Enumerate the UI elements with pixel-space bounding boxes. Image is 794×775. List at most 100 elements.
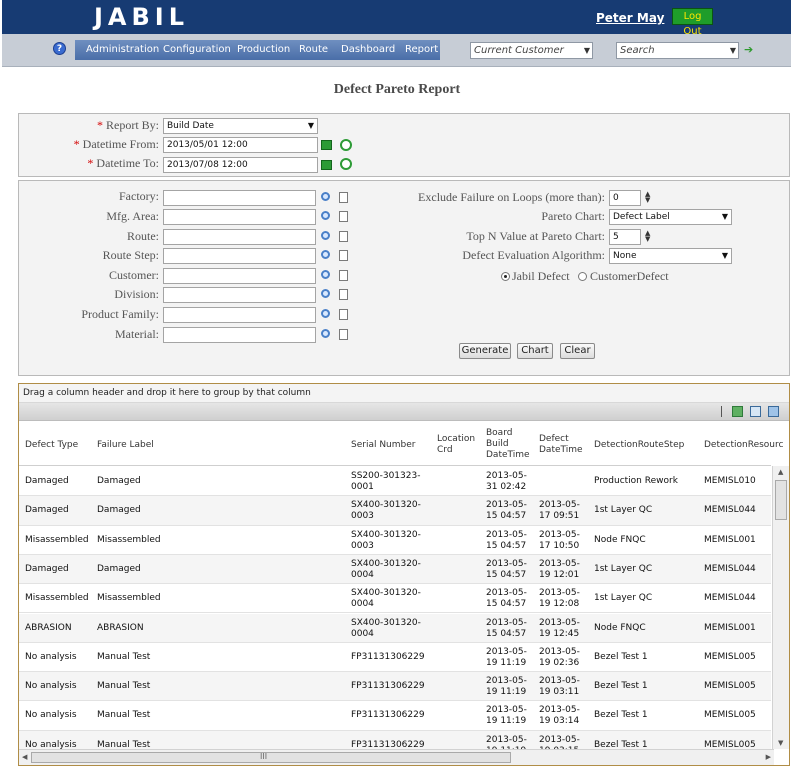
export-csv-icon[interactable] — [750, 406, 761, 417]
go-arrow-icon[interactable]: ➔ — [744, 43, 753, 56]
cell-build-line: 2013-05- — [486, 617, 527, 628]
search-icon[interactable] — [321, 329, 330, 338]
nav-configuration[interactable]: Configuration — [163, 44, 231, 55]
search-icon[interactable] — [321, 289, 330, 298]
customer-select[interactable]: Current Customer ▼ — [470, 42, 593, 59]
vertical-scroll-thumb[interactable] — [775, 480, 787, 520]
col-failure-label[interactable]: Failure Label — [97, 440, 154, 451]
cell-defect-line: 2013-05- — [539, 500, 580, 511]
search-icon[interactable] — [321, 231, 330, 240]
factory-input[interactable] — [163, 190, 316, 206]
user-name-link[interactable]: Peter May — [596, 11, 664, 25]
material-input[interactable] — [163, 327, 316, 343]
nav-route[interactable]: Route — [299, 44, 328, 55]
document-icon[interactable] — [339, 289, 348, 300]
algorithm-select[interactable]: None ▼ — [609, 248, 732, 264]
nav-production[interactable]: Production — [237, 44, 290, 55]
scroll-up-icon[interactable]: ▲ — [778, 468, 783, 476]
cell-defect-line: 2013-05- — [539, 558, 580, 569]
col-location-crd[interactable]: Location Crd — [437, 434, 475, 456]
document-icon[interactable] — [339, 270, 348, 281]
table-row[interactable]: Misassembled Misassembled SX400-301320- 000… — [19, 584, 771, 614]
col-serial-number[interactable]: Serial Number — [351, 440, 415, 451]
search-icon[interactable] — [321, 250, 330, 259]
customer-select-text: Current Customer — [474, 45, 564, 56]
product-family-input[interactable] — [163, 307, 316, 323]
calendar-icon[interactable] — [321, 140, 332, 150]
scroll-right-icon[interactable]: ▶ — [766, 753, 771, 761]
clock-icon[interactable] — [340, 158, 352, 170]
logout-button[interactable]: Log Out — [672, 8, 713, 37]
nav-report[interactable]: Report — [405, 44, 438, 55]
group-by-hint[interactable]: Drag a column header and drop it here to… — [19, 384, 789, 403]
search-icon[interactable] — [321, 211, 330, 220]
search-icon[interactable] — [321, 270, 330, 279]
export-pdf-icon[interactable] — [768, 406, 779, 417]
clear-button[interactable]: Clear — [560, 343, 595, 359]
col-defect-datetime[interactable]: Defect DateTime — [539, 434, 583, 456]
col-detection-resource[interactable]: DetectionResourc — [704, 440, 783, 451]
document-icon[interactable] — [339, 250, 348, 261]
table-row[interactable]: ABRASION ABRASION SX400-301320- 0004 2013-05… — [19, 613, 771, 643]
cell-type: Damaged — [25, 505, 69, 516]
horizontal-scrollbar[interactable]: ◀ III ▶ — [19, 749, 774, 765]
top-n-input[interactable]: 5 — [609, 229, 641, 245]
vertical-scrollbar[interactable]: ▲ ▼ — [772, 466, 789, 749]
document-icon[interactable] — [339, 192, 348, 203]
route-step-input[interactable] — [163, 248, 316, 264]
report-by-select[interactable]: Build Date ▼ — [163, 118, 318, 134]
col-defect-type[interactable]: Defect Type — [25, 440, 78, 451]
radio-customer-defect[interactable] — [578, 272, 587, 281]
table-row[interactable]: No analysis Manual Test FP31131306229 2013-… — [19, 701, 771, 731]
table-row[interactable]: Damaged Damaged SX400-301320- 0003 2013-05- 1… — [19, 496, 771, 526]
col-board-build-datetime[interactable]: Board Build DateTime — [486, 428, 530, 461]
table-row[interactable]: Damaged Damaged SX400-301320- 0004 2013-05- 1… — [19, 554, 771, 585]
export-excel-icon[interactable] — [732, 406, 743, 417]
toolbar-separator — [721, 406, 722, 417]
scroll-down-icon[interactable]: ▼ — [778, 739, 783, 747]
document-icon[interactable] — [339, 211, 348, 222]
chart-button[interactable]: Chart — [517, 343, 553, 359]
horizontal-scroll-thumb[interactable]: III — [31, 752, 511, 763]
table-row[interactable]: Damaged Damaged SS200-301323- 0001 2013-05- 3… — [19, 467, 771, 497]
col-detection-route-step[interactable]: DetectionRouteStep — [594, 440, 684, 451]
nav-dashboard[interactable]: Dashboard — [341, 44, 395, 55]
customer-input[interactable] — [163, 268, 316, 284]
col-defect-datetime-line1: Defect — [539, 434, 569, 444]
generate-button[interactable]: Generate — [459, 343, 511, 359]
cell-label: ABRASION — [97, 622, 144, 633]
cell-label: Damaged — [97, 476, 141, 486]
route-input[interactable] — [163, 229, 316, 245]
cell-res: MEMISL005 — [704, 710, 756, 721]
exclude-loops-input[interactable]: 0 — [609, 190, 641, 206]
help-icon[interactable]: ? — [53, 42, 66, 55]
calendar-icon[interactable] — [321, 160, 332, 170]
table-row[interactable]: No analysis Manual Test FP31131306229 2013-… — [19, 643, 771, 673]
document-icon[interactable] — [339, 309, 348, 320]
cell-serial-line: 0003 — [351, 511, 374, 522]
material-label: Material: — [115, 327, 159, 341]
clock-icon[interactable] — [340, 139, 352, 151]
datetime-to-input[interactable]: 2013/07/08 12:00 — [163, 157, 318, 173]
radio-jabil-defect[interactable] — [501, 272, 510, 281]
search-icon[interactable] — [321, 309, 330, 318]
customer-label: Customer: — [109, 268, 159, 282]
mfg-area-input[interactable] — [163, 209, 316, 225]
document-icon[interactable] — [339, 329, 348, 340]
table-row[interactable]: No analysis Manual Test FP31131306229 2013-… — [19, 672, 771, 702]
search-icon[interactable] — [321, 192, 330, 201]
pareto-chart-select[interactable]: Defect Label ▼ — [609, 209, 732, 225]
cell-defect-line: 19 03:11 — [539, 687, 580, 698]
cell-defect-line: 17 09:51 — [539, 511, 580, 522]
spinner-icon[interactable]: ▲ ▼ — [645, 191, 650, 204]
table-row[interactable]: Misassembled Misassembled SX400-301320- 000… — [19, 526, 771, 555]
spinner-icon[interactable]: ▲ ▼ — [645, 230, 650, 243]
cell-serial: SX400-301320- 0004 — [351, 559, 421, 581]
division-input[interactable] — [163, 287, 316, 303]
datetime-from-input[interactable]: 2013/05/01 12:00 — [163, 137, 318, 153]
nav-administration[interactable]: Administration — [86, 44, 159, 55]
document-icon[interactable] — [339, 231, 348, 242]
search-select[interactable]: Search ▼ — [616, 42, 739, 59]
cell-label: Manual Test — [97, 710, 151, 721]
scroll-left-icon[interactable]: ◀ — [22, 753, 27, 761]
